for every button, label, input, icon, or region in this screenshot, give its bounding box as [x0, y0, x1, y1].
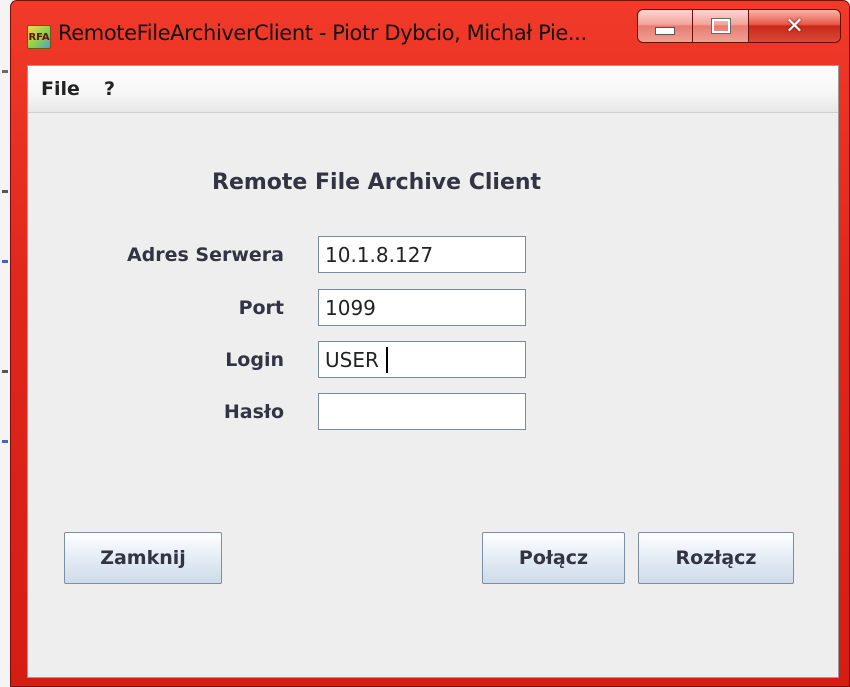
background-mark: [2, 70, 8, 73]
caption-buttons: ✕: [637, 9, 841, 45]
minimize-icon: [655, 27, 675, 35]
app-window: RFA RemoteFileArchiverClient - Piotr Dyb…: [10, 0, 850, 687]
close-button[interactable]: Zamknij: [64, 532, 222, 584]
connect-button[interactable]: Połącz: [482, 532, 625, 584]
menu-bar: File ?: [28, 66, 838, 113]
login-label: Login: [225, 349, 284, 371]
background-mark: [2, 190, 8, 193]
maximize-icon: [710, 18, 731, 34]
close-window-button[interactable]: ✕: [749, 9, 841, 43]
login-input[interactable]: [318, 341, 526, 378]
background-mark: [2, 260, 8, 263]
menu-help[interactable]: ?: [104, 78, 115, 100]
password-label: Hasło: [223, 401, 284, 423]
title-bar[interactable]: RFA RemoteFileArchiverClient - Piotr Dyb…: [11, 1, 849, 65]
page-title: Remote File Archive Client: [212, 170, 542, 195]
disconnect-button[interactable]: Rozłącz: [638, 532, 794, 584]
password-input[interactable]: [318, 393, 526, 430]
port-label: Port: [238, 297, 284, 319]
menu-file[interactable]: File: [41, 78, 80, 100]
background-mark: [2, 440, 8, 443]
maximize-button[interactable]: [693, 9, 749, 43]
server-address-label: Adres Serwera: [126, 244, 284, 266]
background-mark: [2, 370, 8, 373]
minimize-button[interactable]: [637, 9, 693, 43]
window-title: RemoteFileArchiverClient - Piotr Dybcio,…: [58, 21, 587, 45]
client-area: File ? Remote File Archive Client Adres …: [27, 65, 839, 678]
text-caret: [386, 347, 388, 373]
close-icon: ✕: [785, 13, 804, 39]
port-input[interactable]: [318, 289, 526, 326]
server-address-input[interactable]: [318, 236, 526, 273]
app-icon: RFA: [27, 25, 51, 49]
